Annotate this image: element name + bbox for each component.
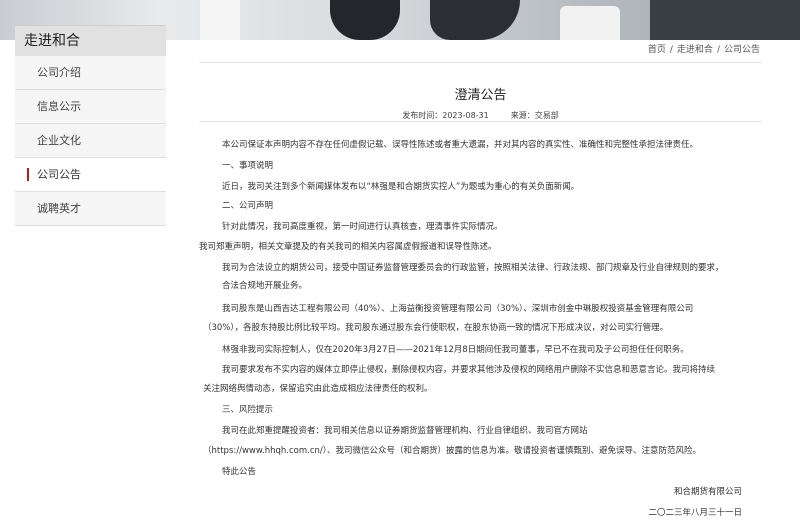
signature-company: 和合期货有限公司 [673, 487, 742, 497]
body-line: 我司郑重声明，相关文章提及的有关我司的相关内容属虚假报道和误导性陈述。 [199, 242, 497, 252]
section-heading: 三、风险提示 [222, 405, 274, 415]
signature-date: 二〇二三年八月三十一日 [648, 508, 742, 518]
body-line: 合法合规地开展业务。 [222, 281, 308, 291]
body-line: 本公司保证本声明内容不存在任何虚假记载、误导性陈述或者重大遗漏，并对其内容的真实… [222, 140, 699, 150]
article-body: 本公司保证本声明内容不存在任何虚假记载、误导性陈述或者重大遗漏，并对其内容的真实… [0, 0, 800, 529]
section-heading: 一、事项说明 [222, 161, 274, 171]
body-line: 我司股东是山西吉达工程有限公司（40%）、上海益衡投资管理有限公司（30%）、深… [222, 304, 694, 314]
body-line: 我司要求发布不实内容的媒体立即停止侵权，删除侵权内容，并要求其他涉及侵权的网络用… [222, 365, 716, 375]
body-line: 关注网络舆情动态，保留追究由此造成相应法律责任的权利。 [203, 384, 433, 394]
body-line: 我司为合法设立的期货公司，接受中国证券监督管理委员会的行政监管，按照相关法律、行… [222, 263, 724, 273]
body-line: 针对此情况，我司高度重视，第一时间进行认真核查，理清事件实际情况。 [222, 222, 503, 232]
body-line: 林强非我司实际控制人，仅在2020年3月27日——2021年12月8日期间任我司… [222, 345, 689, 355]
body-line: 特此公告 [222, 467, 257, 477]
section-heading: 二、公司声明 [222, 201, 274, 211]
body-line: 近日，我司关注到多个新闻媒体发布以“林强是和合期货实控人”为题或为重心的有关负面… [222, 182, 580, 192]
body-line: 我司在此郑重提醒投资者：我司相关信息以证券期货监督管理机构、行业自律组织、我司官… [222, 426, 588, 436]
body-line: （30%），各股东持股比例比较平均。我司股东通过股东会行使职权，在股东协商一致的… [203, 323, 669, 333]
body-line: （https://www.hhqh.com.cn/）、我司微信公众号（和合期货）… [203, 446, 702, 456]
